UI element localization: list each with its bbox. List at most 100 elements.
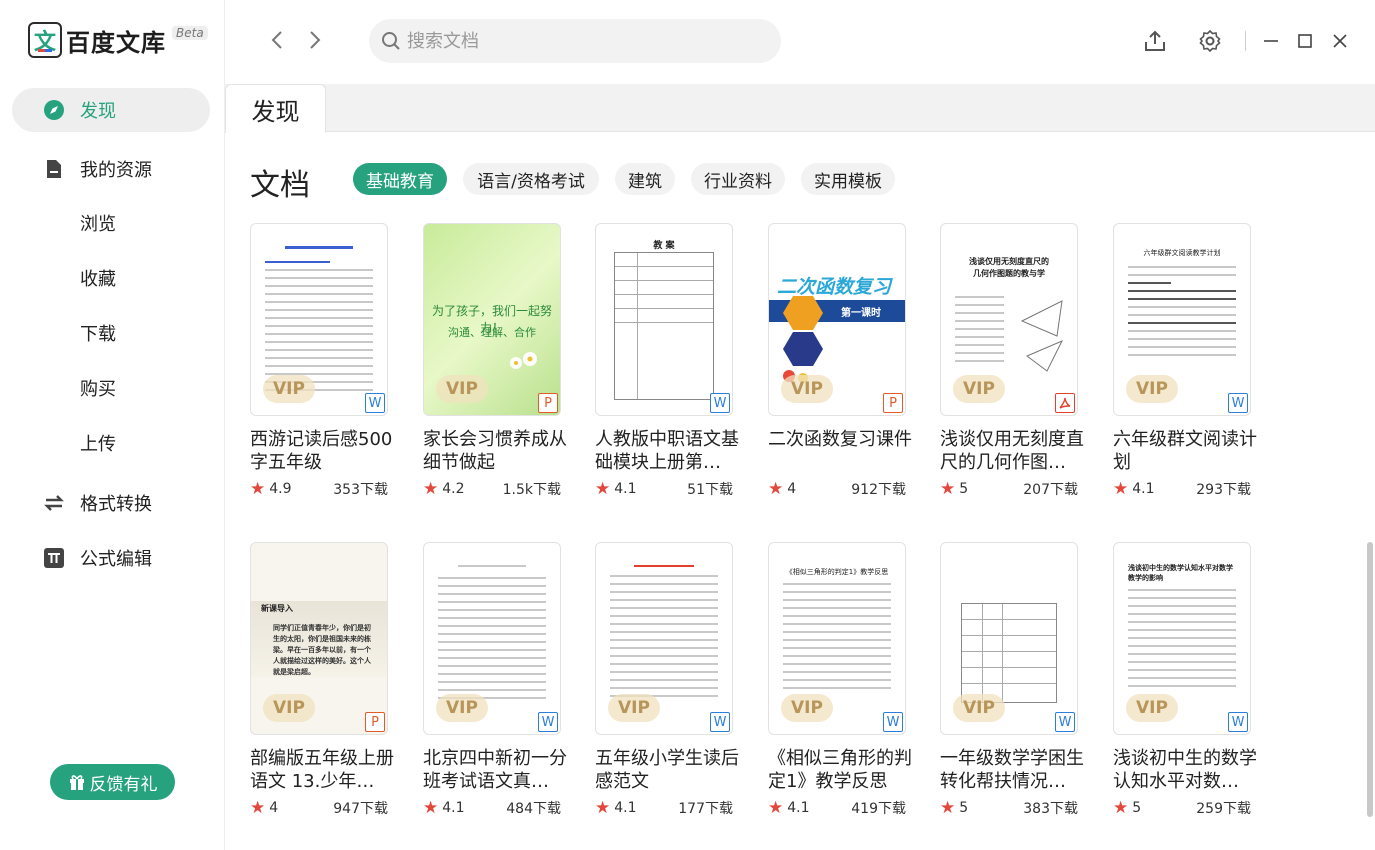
doc-downloads: 947下载 <box>333 801 388 817</box>
sidebar-item-favorites[interactable]: 收藏 <box>12 256 210 300</box>
search-icon <box>382 32 400 50</box>
flower-decoration <box>506 351 546 375</box>
chip-architecture[interactable]: 建筑 <box>615 163 675 195</box>
doc-meta: ★ 4.1 419下载 <box>768 798 906 818</box>
doc-title[interactable]: 浅谈仅用无刻度直尺的几何作图… <box>940 428 1088 474</box>
word-file-icon: W <box>365 393 385 413</box>
doc-rating: 4 <box>787 481 797 497</box>
star-icon: ★ <box>940 798 956 818</box>
doc-thumbnail[interactable]: 为了孩子，我们一起努力！ 沟通、理解、合作 VIP P <box>423 223 561 416</box>
doc-thumbnail[interactable]: VIP W <box>423 542 561 735</box>
vip-badge: VIP <box>436 694 488 722</box>
tab-discover[interactable]: 发现 <box>225 84 326 133</box>
ppt-file-icon: P <box>883 393 903 413</box>
chip-basic-education[interactable]: 基础教育 <box>353 163 447 195</box>
word-file-icon: W <box>883 712 903 732</box>
doc-meta: ★ 4 912下载 <box>768 479 906 499</box>
star-icon: ★ <box>768 479 784 499</box>
gear-icon <box>1199 29 1221 53</box>
doc-title[interactable]: 浅谈初中生的数学认知水平对数… <box>1113 747 1261 793</box>
doc-title[interactable]: 部编版五年级上册语文 13.少年… <box>250 747 398 793</box>
doc-rating: 4.1 <box>787 800 810 816</box>
doc-thumbnail[interactable]: 浅谈初中生的数学认知水平对数学教学的影响 VIP W <box>1113 542 1251 735</box>
star-icon: ★ <box>595 479 611 499</box>
doc-thumbnail[interactable]: 《相似三角形的判定1》教学反思 VIP W <box>768 542 906 735</box>
thumbnail-text: 《相似三角形的判定1》教学反思 <box>785 568 889 576</box>
doc-downloads: 293下载 <box>1196 482 1251 498</box>
doc-downloads: 419下载 <box>851 801 906 817</box>
close-icon <box>1333 34 1347 48</box>
doc-thumbnail[interactable]: VIP W <box>595 542 733 735</box>
thumbnail-text-lines <box>1128 266 1236 362</box>
settings-button[interactable] <box>1197 28 1223 54</box>
doc-meta: ★ 4.9 353下载 <box>250 479 388 499</box>
doc-thumbnail[interactable]: 六年级群文阅读教学计划 VIP W <box>1113 223 1251 416</box>
doc-meta: ★ 5 383下载 <box>940 798 1078 818</box>
doc-thumbnail[interactable]: 教 案 W <box>595 223 733 416</box>
star-icon: ★ <box>595 798 611 818</box>
doc-title[interactable]: 北京四中新初一分班考试语文真… <box>423 747 571 793</box>
doc-thumbnail[interactable]: VIP W <box>250 223 388 416</box>
upload-button[interactable] <box>1142 28 1168 54</box>
star-icon: ★ <box>1113 798 1129 818</box>
sidebar-item-purchases[interactable]: 购买 <box>12 366 210 410</box>
doc-title[interactable]: 《相似三角形的判定1》教学反思 <box>768 747 916 793</box>
doc-title[interactable]: 五年级小学生读后感范文 <box>595 747 743 793</box>
sidebar-item-downloads[interactable]: 下载 <box>12 311 210 355</box>
scrollbar[interactable] <box>1365 132 1375 850</box>
back-button[interactable] <box>265 28 289 52</box>
word-file-icon: W <box>1228 393 1248 413</box>
doc-title[interactable]: 一年级数学学困生转化帮扶情况… <box>940 747 1088 793</box>
doc-thumbnail[interactable]: 新课导入 同学们正值青春年少，你们是初生的太阳，你们是祖国未来的栋梁。早在一百多… <box>250 542 388 735</box>
sidebar-item-upload[interactable]: 上传 <box>12 421 210 465</box>
search-input[interactable] <box>407 30 747 52</box>
doc-rating: 4.2 <box>442 481 465 497</box>
chip-industry[interactable]: 行业资料 <box>691 163 785 195</box>
thumbnail-text-lines <box>1128 589 1236 693</box>
maximize-icon <box>1298 34 1312 48</box>
thumbnail-text: 浅谈仅用无刻度直尺的 <box>969 257 1049 266</box>
doc-rating: 4.9 <box>269 481 292 497</box>
scrollbar-thumb[interactable] <box>1367 542 1373 817</box>
star-icon: ★ <box>423 798 439 818</box>
sidebar-item-formula-editor[interactable]: 公式编辑 <box>12 536 210 580</box>
doc-thumbnail[interactable]: VIP W <box>940 542 1078 735</box>
gift-icon <box>68 773 86 791</box>
doc-meta: ★ 4.1 51下载 <box>595 479 733 499</box>
doc-downloads: 51下载 <box>687 482 733 498</box>
ppt-file-icon: P <box>538 393 558 413</box>
thumbnail-text: 沟通、理解、合作 <box>448 326 536 339</box>
sidebar-item-label: 我的资源 <box>80 160 152 181</box>
chip-language-exam[interactable]: 语言/资格考试 <box>463 163 599 195</box>
doc-title[interactable]: 二次函数复习课件 <box>768 428 916 474</box>
vip-badge: VIP <box>263 694 315 722</box>
sidebar-item-format-convert[interactable]: 格式转换 <box>12 481 210 525</box>
doc-rating: 4.1 <box>1132 481 1155 497</box>
maximize-button[interactable] <box>1292 28 1318 54</box>
thumbnail-text: 二次函数复习 <box>777 276 892 298</box>
feedback-button[interactable]: 反馈有礼 <box>50 764 175 800</box>
sidebar-item-label: 浏览 <box>80 214 116 235</box>
doc-title[interactable]: 人教版中职语文基础模块上册第… <box>595 428 743 474</box>
minimize-button[interactable] <box>1258 28 1284 54</box>
sidebar-item-my-resources[interactable]: 我的资源 <box>12 147 210 191</box>
search-box[interactable] <box>369 19 781 63</box>
doc-thumbnail[interactable]: 浅谈仅用无刻度直尺的 几何作图题的教与学 VIP <box>940 223 1078 416</box>
doc-title[interactable]: 家长会习惯养成从细节做起 <box>423 428 571 474</box>
compass-icon <box>44 100 64 120</box>
word-file-icon: W <box>538 712 558 732</box>
star-icon: ★ <box>250 798 266 818</box>
feedback-label: 反馈有礼 <box>89 774 158 795</box>
word-file-icon: W <box>1228 712 1248 732</box>
sidebar-item-label: 上传 <box>80 434 116 455</box>
thumbnail-text: 新课导入 <box>261 604 293 613</box>
doc-title[interactable]: 六年级群文阅读计划 <box>1113 428 1261 474</box>
sidebar-item-browse[interactable]: 浏览 <box>12 201 210 245</box>
forward-button[interactable] <box>303 28 327 52</box>
chip-templates[interactable]: 实用模板 <box>801 163 895 195</box>
doc-thumbnail[interactable]: 二次函数复习 第一课时 VIP P <box>768 223 906 416</box>
logo[interactable]: 文 百度文库 Beta <box>28 22 208 58</box>
close-button[interactable] <box>1327 28 1353 54</box>
doc-title[interactable]: 西游记读后感500字五年级 <box>250 428 398 474</box>
sidebar-item-discover[interactable]: 发现 <box>12 88 210 132</box>
